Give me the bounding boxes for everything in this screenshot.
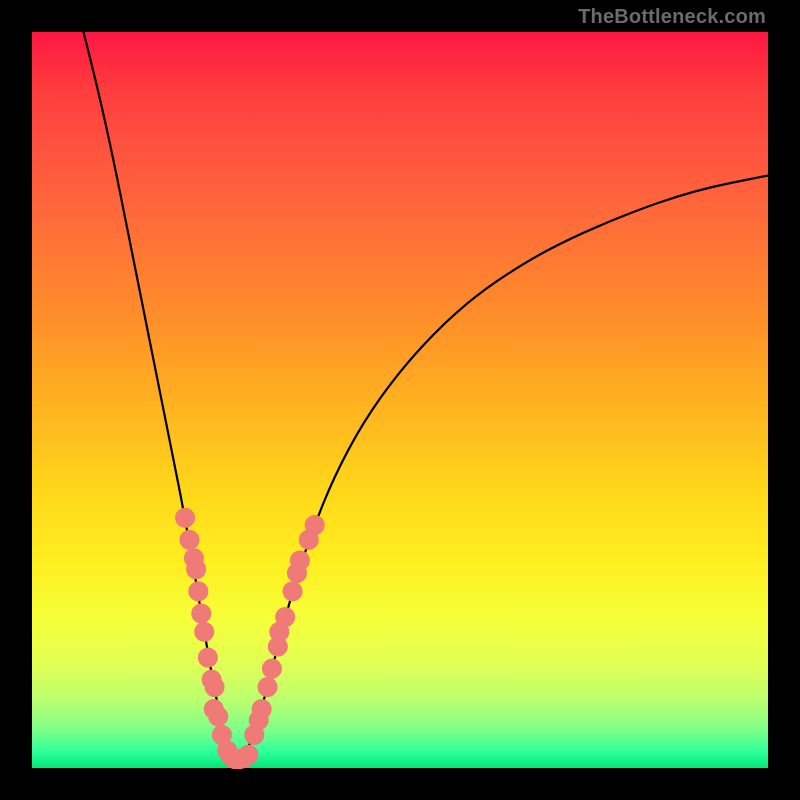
data-point [198, 648, 217, 667]
data-point [189, 582, 208, 601]
chart-container: TheBottleneck.com [0, 0, 800, 800]
data-point [180, 530, 199, 549]
data-point [192, 604, 211, 623]
data-point [176, 508, 195, 527]
data-point [305, 516, 324, 535]
data-point [258, 678, 277, 697]
data-point [205, 678, 224, 697]
watermark-text: TheBottleneck.com [578, 6, 766, 29]
data-points-group [176, 508, 325, 768]
data-point [262, 659, 281, 678]
data-point [239, 745, 258, 764]
chart-overlay [32, 32, 768, 768]
data-point [276, 608, 295, 627]
data-point [283, 582, 302, 601]
data-point [195, 622, 214, 641]
data-point [187, 560, 206, 579]
bottleneck-curve [84, 32, 768, 759]
data-point [209, 707, 228, 726]
data-point [252, 700, 271, 719]
data-point [290, 551, 309, 570]
